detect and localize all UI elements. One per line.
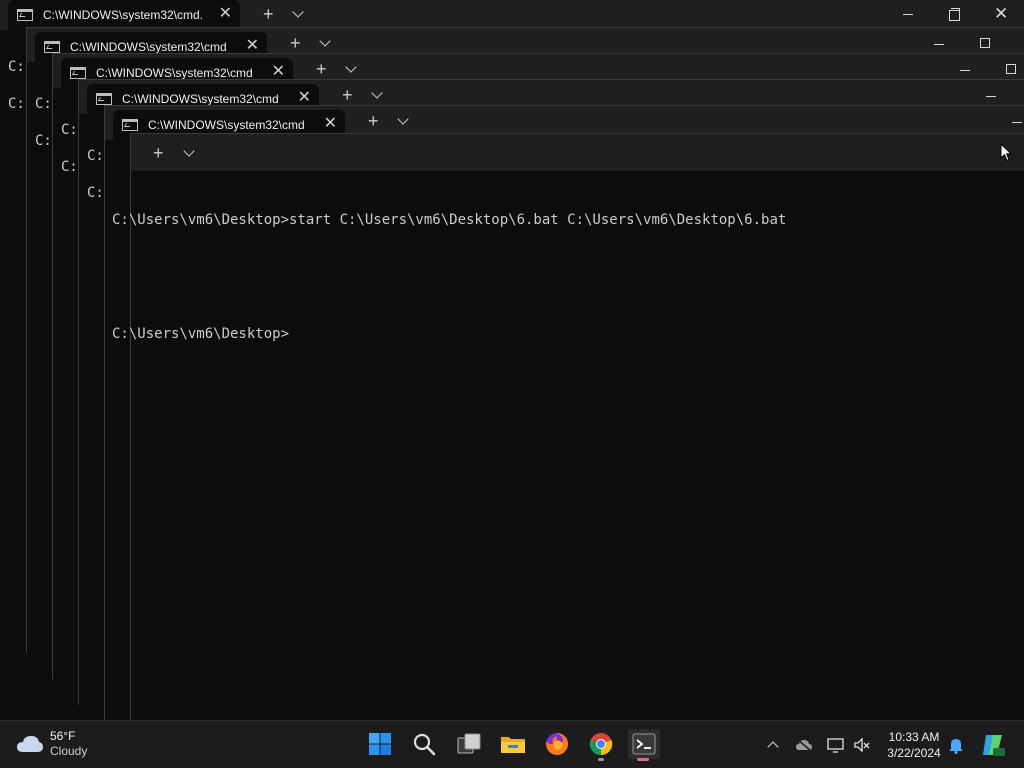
console-output: C:\Users\vm6\Desktop>start C:\Users\vm6\…: [112, 173, 786, 363]
terminal-icon: [632, 733, 656, 755]
cmd-icon: [96, 93, 112, 105]
cloud-offline-icon: [796, 738, 812, 752]
chrome-button[interactable]: [586, 729, 616, 761]
prompt-fragment: C:: [35, 133, 52, 149]
tab-title: C:\WINDOWS\system32\cmd: [96, 66, 253, 80]
cmd-icon: [17, 9, 33, 21]
tab-title: C:\WINDOWS\system32\cmd: [70, 40, 227, 54]
minimize-button[interactable]: [903, 14, 913, 15]
new-tab-button[interactable]: +: [342, 85, 353, 105]
new-tab-button[interactable]: +: [263, 4, 274, 24]
clock-date: 3/22/2024: [887, 746, 941, 760]
start-button[interactable]: [365, 729, 395, 759]
minimize-button[interactable]: [1012, 122, 1022, 123]
search-button[interactable]: [409, 729, 439, 759]
close-tab-icon[interactable]: ✕: [324, 115, 337, 133]
monitor-icon: [827, 738, 844, 753]
maximize-button[interactable]: [1006, 64, 1016, 74]
prompt-fragment: C:: [87, 148, 104, 164]
chevron-down-icon[interactable]: [397, 113, 409, 125]
maximize-button[interactable]: [980, 38, 990, 48]
task-view-icon: [457, 733, 481, 754]
cmd-icon: [70, 67, 86, 79]
chevron-down-icon[interactable]: [345, 61, 357, 73]
restore-button[interactable]: [949, 8, 960, 21]
chevron-up-icon: [767, 741, 779, 753]
new-tab-button[interactable]: +: [368, 111, 379, 131]
prompt-fragment: C:: [8, 59, 25, 75]
firefox-button[interactable]: [542, 729, 572, 759]
windows-logo-icon: [369, 733, 391, 755]
tab-title: C:\WINDOWS\system32\cmd.: [43, 8, 204, 22]
console-prompt: C:\Users\vm6\Desktop>: [112, 326, 290, 342]
file-explorer-button[interactable]: [498, 729, 528, 759]
copilot-logo-icon: [983, 735, 1005, 756]
cmd-icon: [44, 41, 60, 53]
minimize-button[interactable]: [986, 96, 996, 97]
chevron-down-icon[interactable]: [292, 6, 304, 18]
speaker-muted-icon: [854, 737, 870, 753]
prompt-fragment: C:: [61, 122, 78, 138]
weather-widget[interactable]: 56°F Cloudy: [16, 729, 87, 759]
tab-title: C:\WINDOWS\system32\cmd: [148, 118, 305, 132]
notification-button[interactable]: [946, 735, 966, 755]
volume-icon[interactable]: [852, 735, 872, 755]
cmd-icon: [122, 119, 138, 131]
chrome-icon: [589, 733, 613, 756]
new-tab-button[interactable]: +: [290, 33, 301, 53]
running-indicator: [598, 758, 604, 761]
chevron-down-icon[interactable]: [319, 35, 331, 47]
clock[interactable]: 10:33 AM 3/22/2024: [882, 729, 946, 761]
active-indicator: [637, 758, 649, 761]
close-tab-icon[interactable]: ✕: [219, 5, 232, 23]
prompt-fragment: C:: [87, 185, 104, 201]
chevron-down-icon[interactable]: [371, 87, 383, 99]
tab-title: C:\WINDOWS\system32\cmd: [122, 92, 279, 106]
new-tab-button[interactable]: +: [316, 59, 327, 79]
terminal-button[interactable]: [628, 729, 660, 761]
minimize-button[interactable]: [934, 44, 944, 45]
task-view-button[interactable]: [454, 729, 484, 759]
minimize-button[interactable]: [960, 70, 970, 71]
prompt-fragment: C:: [35, 96, 52, 112]
show-hidden-icons-button[interactable]: [763, 735, 783, 755]
cloud-icon: [17, 736, 43, 752]
new-tab-button[interactable]: +: [153, 143, 164, 163]
console-line: C:\Users\vm6\Desktop>start C:\Users\vm6\…: [112, 212, 787, 228]
prompt-fragment: C:: [8, 96, 25, 112]
clock-time: 10:33 AM: [888, 730, 940, 744]
copilot-icon[interactable]: [980, 732, 1006, 758]
firefox-icon: [546, 732, 569, 755]
chevron-down-icon[interactable]: [183, 145, 195, 157]
tab-cmd[interactable]: C:\WINDOWS\system32\cmd. ✕: [8, 0, 240, 30]
bell-icon: [949, 739, 963, 754]
weather-temp: 56°F: [50, 729, 76, 743]
folder-icon: [501, 737, 525, 753]
weather-condition: Cloudy: [50, 744, 88, 758]
mouse-pointer-icon: [1000, 143, 1012, 162]
prompt-fragment: C:: [61, 159, 78, 175]
title-bar[interactable]: C:\WINDOWS\system32\cmd. ✕ + ✕: [0, 0, 1024, 30]
onedrive-icon[interactable]: [794, 735, 814, 755]
network-icon[interactable]: [826, 735, 846, 755]
close-window-button[interactable]: ✕: [994, 5, 1008, 23]
taskbar: 56°F Cloudy 10:33 AM 3/22/2024: [0, 720, 1024, 768]
front-window-title-bar[interactable]: +: [130, 133, 1024, 171]
search-icon: [413, 733, 436, 756]
